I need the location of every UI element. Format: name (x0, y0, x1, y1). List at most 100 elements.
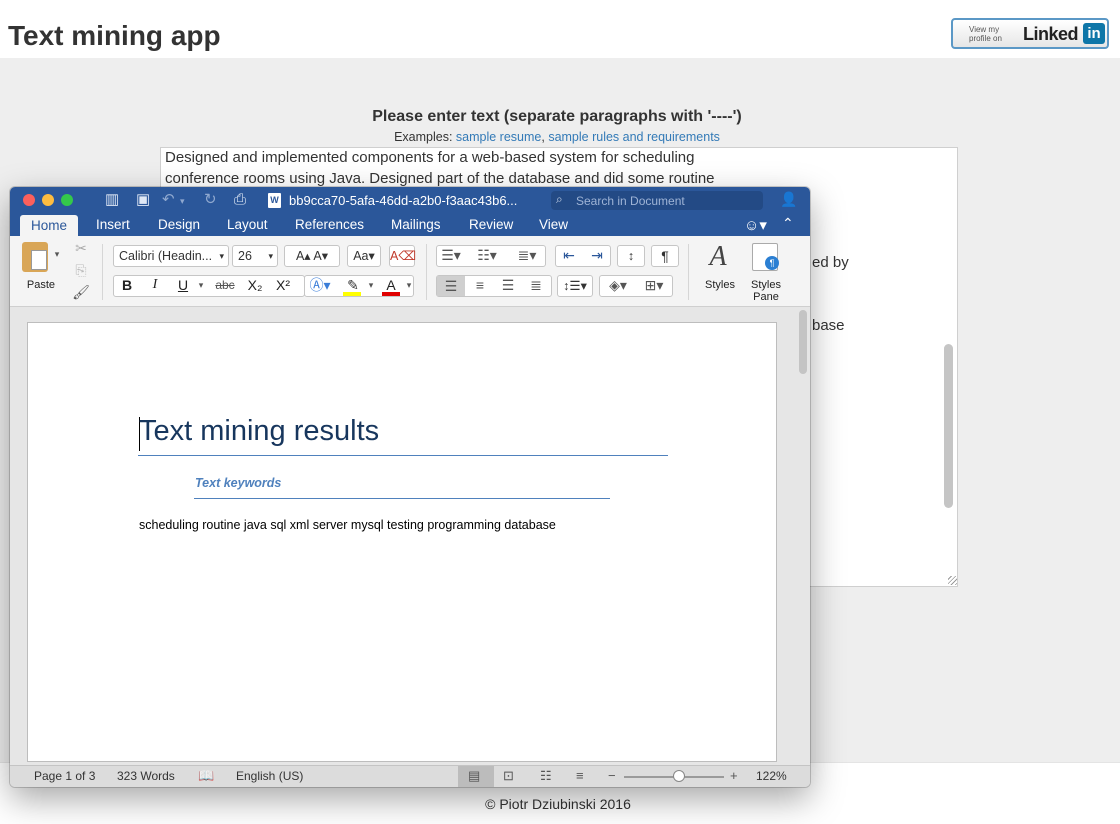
print-icon[interactable]: ⎙ (234, 191, 246, 208)
tab-layout[interactable]: Layout (227, 217, 268, 232)
borders-icon[interactable]: ⊞▾ (637, 275, 671, 297)
decrease-indent-icon[interactable]: ⇤ (557, 245, 581, 267)
copy-icon[interactable]: ⎘ (72, 260, 90, 282)
zoom-in-icon[interactable]: + (730, 768, 738, 783)
format-painter-brush-icon[interactable]: 🖌 (72, 282, 90, 304)
styles-label[interactable]: Styles (700, 279, 740, 291)
search-document-field[interactable]: ⌕ Search in Document (551, 191, 763, 210)
document-canvas: Text mining results Text keywords schedu… (10, 307, 810, 765)
tab-review[interactable]: Review (469, 217, 513, 232)
word-document-icon: W (268, 193, 281, 208)
document-scrollbar[interactable] (799, 310, 807, 374)
change-case-button[interactable]: Aa▾ (347, 245, 381, 267)
feedback-smiley-icon[interactable]: ☺▾ (744, 216, 767, 234)
highlight-dropdown-icon[interactable]: ▾ (366, 275, 376, 297)
search-icon: ⌕ (556, 192, 563, 206)
line-spacing-button[interactable]: ↕☰▾ (557, 275, 593, 297)
textarea-partial-text-2: base (812, 317, 845, 334)
zoom-slider-thumb[interactable] (673, 770, 685, 782)
share-person-icon[interactable]: 👤 (780, 191, 797, 208)
styles-pane-pilcrow-badge: ¶ (765, 256, 779, 270)
document-page[interactable]: Text mining results Text keywords schedu… (27, 322, 777, 762)
text-effects-icon[interactable]: Ⓐ▾ (308, 275, 332, 297)
linkedin-word: Linked (1023, 24, 1079, 44)
language-indicator[interactable]: English (US) (236, 769, 303, 783)
zoom-out-icon[interactable]: − (608, 768, 616, 783)
sample-resume-link[interactable]: sample resume (456, 130, 541, 144)
paste-clipboard-icon[interactable] (22, 242, 48, 272)
shrink-font-icon[interactable]: A▾ (313, 249, 328, 263)
linkedin-profile-badge[interactable]: View my profile on Linked in (951, 18, 1109, 49)
styles-pane-label-line-2: Pane (753, 291, 779, 303)
increase-indent-icon[interactable]: ⇥ (585, 245, 609, 267)
status-bar: Page 1 of 3 323 Words 📖 English (US) ▤ ⊡… (10, 765, 810, 787)
textarea-resize-grip-icon[interactable] (948, 576, 957, 585)
sample-rules-link[interactable]: sample rules and requirements (548, 130, 720, 144)
undo-dropdown-icon[interactable]: ▾ (180, 193, 185, 210)
undo-icon[interactable]: ↶ (162, 191, 175, 208)
font-color-dropdown-icon[interactable]: ▾ (404, 275, 414, 297)
subscript-button[interactable]: X₂ (244, 275, 266, 297)
page-count[interactable]: Page 1 of 3 (34, 769, 95, 783)
tab-references[interactable]: References (295, 217, 364, 232)
linkedin-line-2: profile on (969, 34, 1002, 43)
tab-home[interactable]: Home (20, 215, 78, 237)
cut-scissors-icon[interactable]: ✂ (72, 238, 90, 260)
tab-design[interactable]: Design (158, 217, 200, 232)
proofing-book-icon[interactable]: 📖 (198, 768, 214, 784)
collapse-ribbon-chevron-icon[interactable]: ⌃ (782, 215, 794, 232)
word-titlebar: ▥ ▣ ↶ ▾ ↻ ⎙ W bb9cca70-5afa-46dd-a2b0-f3… (10, 187, 810, 213)
close-window-button[interactable] (23, 194, 35, 206)
styles-gallery-icon[interactable]: A (698, 240, 738, 276)
home-ribbon: ▾ Paste ✂ ⎘ 🖌 Calibri (Headin... ▾ 26 ▾ … (10, 236, 810, 307)
subtitle-underline (194, 498, 610, 499)
numbering-list-icon[interactable]: ☷▾ (474, 245, 500, 267)
tab-insert[interactable]: Insert (96, 217, 130, 232)
underline-button[interactable]: U (172, 275, 194, 297)
strikethrough-button[interactable]: abc (210, 275, 240, 297)
maximize-window-button[interactable] (61, 194, 73, 206)
tab-view[interactable]: View (539, 217, 568, 232)
clear-formatting-button[interactable]: A⌫ (389, 245, 417, 267)
font-size-select[interactable]: 26 ▾ (232, 245, 278, 267)
tab-mailings[interactable]: Mailings (391, 217, 441, 232)
examples-line: Examples: sample resume, sample rules an… (0, 130, 1114, 144)
minimize-window-button[interactable] (42, 194, 54, 206)
word-count[interactable]: 323 Words (117, 769, 175, 783)
grow-font-icon[interactable]: A▴ (296, 249, 311, 263)
bullets-list-icon[interactable]: ☰▾ (438, 245, 464, 267)
outline-view-icon[interactable]: ☷ (540, 768, 552, 784)
draft-view-icon[interactable]: ≡ (576, 768, 584, 783)
paste-label[interactable]: Paste (22, 279, 60, 291)
linkedin-in-icon: in (1083, 23, 1105, 44)
web-layout-icon[interactable]: ⊡ (503, 768, 514, 784)
shading-bucket-icon[interactable]: ◈▾ (601, 275, 635, 297)
font-name-select[interactable]: Calibri (Headin... ▾ (113, 245, 229, 267)
textarea-scrollbar[interactable] (944, 344, 953, 508)
styles-pane-label[interactable]: Styles Pane (746, 279, 786, 303)
bold-button[interactable]: B (116, 275, 138, 297)
align-right-icon[interactable]: ☰ (494, 275, 522, 297)
sort-az-icon: ↕ (627, 249, 635, 263)
sort-button[interactable]: ↕ (617, 245, 645, 267)
grow-shrink-font-buttons[interactable]: A▴ A▾ (284, 245, 340, 267)
align-left-icon[interactable]: ☰ (437, 276, 465, 296)
examples-label: Examples: (394, 130, 456, 144)
multilevel-list-icon[interactable]: ≣▾ (512, 245, 542, 267)
superscript-button[interactable]: X² (272, 275, 294, 297)
justify-icon[interactable]: ≣ (522, 275, 550, 297)
title-underline (138, 455, 668, 456)
show-formatting-button[interactable]: ¶ (651, 245, 679, 267)
underline-dropdown-icon[interactable]: ▾ (196, 275, 206, 297)
sidebar-toggle-icon[interactable]: ▥ (105, 191, 119, 208)
font-size-value: 26 (238, 249, 252, 263)
align-center-icon[interactable]: ≡ (466, 275, 494, 297)
italic-button[interactable]: I (144, 275, 166, 297)
redo-icon[interactable]: ↻ (204, 191, 217, 208)
ribbon-separator (426, 244, 427, 300)
ribbon-separator (688, 244, 689, 300)
zoom-percentage[interactable]: 122% (756, 769, 787, 783)
clear-formatting-eraser-icon: A⌫ (390, 249, 417, 263)
save-icon[interactable]: ▣ (136, 191, 150, 208)
paste-dropdown-icon[interactable]: ▾ (52, 244, 62, 266)
